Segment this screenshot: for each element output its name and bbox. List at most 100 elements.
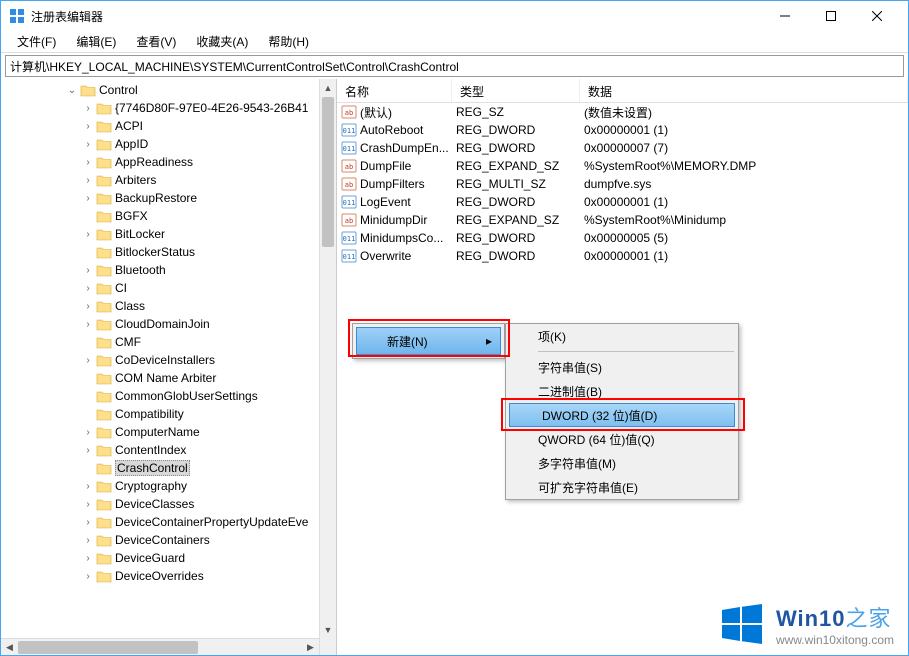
expander-closed-icon[interactable]: › [81,479,95,493]
list-row[interactable]: 011LogEventREG_DWORD0x00000001 (1) [337,193,908,211]
expander-closed-icon[interactable]: › [81,227,95,241]
scroll-up-icon[interactable]: ▲ [320,79,336,96]
tree[interactable]: ⌄Control›{7746D80F-97E0-4E26-9543-26B41›… [1,79,336,587]
tree-item[interactable]: ›Arbiters [1,171,336,189]
tree-item[interactable]: ›CloudDomainJoin [1,315,336,333]
expander-closed-icon[interactable]: › [81,299,95,313]
tree-item[interactable]: ›DeviceContainers [1,531,336,549]
expander-closed-icon[interactable]: › [81,137,95,151]
value-data: 0x00000001 (1) [580,123,908,137]
expander-closed-icon[interactable]: › [81,353,95,367]
expander-closed-icon[interactable]: › [81,101,95,115]
tree-item[interactable]: ›BitLocker [1,225,336,243]
expander-closed-icon[interactable]: › [81,173,95,187]
tree-item[interactable]: ›ComputerName [1,423,336,441]
tree-item[interactable]: ›AppReadiness [1,153,336,171]
expander-closed-icon[interactable]: › [81,155,95,169]
tree-item[interactable]: ›Class [1,297,336,315]
tree-item[interactable]: ›{7746D80F-97E0-4E26-9543-26B41 [1,99,336,117]
tree-item[interactable]: ⌄Control [1,81,336,99]
expander-closed-icon[interactable]: › [81,263,95,277]
minimize-button[interactable] [762,1,808,31]
list-row[interactable]: ab(默认)REG_SZ(数值未设置) [337,103,908,121]
expander-closed-icon[interactable]: › [81,515,95,529]
svg-text:011: 011 [343,235,356,243]
list-row[interactable]: 011AutoRebootREG_DWORD0x00000001 (1) [337,121,908,139]
tree-item[interactable]: BGFX [1,207,336,225]
expander-closed-icon[interactable]: › [81,425,95,439]
tree-item[interactable]: ›DeviceClasses [1,495,336,513]
tree-item[interactable]: CrashControl [1,459,336,477]
tree-label: CommonGlobUserSettings [115,389,258,403]
menu-key[interactable]: 项(K) [506,324,738,348]
expander-closed-icon[interactable]: › [81,497,95,511]
expander-closed-icon[interactable]: › [81,317,95,331]
value-name: LogEvent [360,195,411,209]
list-row[interactable]: 011MinidumpsCo...REG_DWORD0x00000005 (5) [337,229,908,247]
tree-item[interactable]: ›CoDeviceInstallers [1,351,336,369]
address-bar[interactable]: 计算机\HKEY_LOCAL_MACHINE\SYSTEM\CurrentCon… [5,55,904,77]
hscroll-thumb[interactable] [18,641,198,654]
tree-label: CI [115,281,127,295]
tree-hscrollbar[interactable]: ◀ ▶ [1,638,319,655]
close-button[interactable] [854,1,900,31]
tree-item[interactable]: ›DeviceOverrides [1,567,336,585]
tree-item[interactable]: ›DeviceContainerPropertyUpdateEve [1,513,336,531]
menu-multistring[interactable]: 多字符串值(M) [506,451,738,475]
scroll-thumb[interactable] [322,97,334,247]
menu-view[interactable]: 查看(V) [126,31,186,52]
menu-binary[interactable]: 二进制值(B) [506,379,738,403]
watermark-brand: Win10之家 [776,601,894,633]
menu-edit[interactable]: 编辑(E) [66,31,126,52]
col-name[interactable]: 名称 [337,79,452,102]
tree-item[interactable]: › ContentIndex [1,441,336,459]
tree-item[interactable]: › DeviceGuard [1,549,336,567]
tree-item[interactable]: ›ACPI [1,117,336,135]
list-row[interactable]: 011OverwriteREG_DWORD0x00000001 (1) [337,247,908,265]
tree-item[interactable]: ›AppID [1,135,336,153]
list-row[interactable]: abDumpFileREG_EXPAND_SZ%SystemRoot%\MEMO… [337,157,908,175]
col-data[interactable]: 数据 [580,79,908,102]
expander-closed-icon[interactable]: › [81,119,95,133]
expander-closed-icon[interactable]: › [81,533,95,547]
scroll-right-icon[interactable]: ▶ [302,639,319,655]
list-row[interactable]: abDumpFiltersREG_MULTI_SZdumpfve.sys [337,175,908,193]
expander-closed-icon[interactable]: › [81,191,95,205]
tree-item[interactable]: ›Bluetooth [1,261,336,279]
menu-help[interactable]: 帮助(H) [258,31,319,52]
tree-label: DeviceGuard [115,551,185,565]
list-row[interactable]: 011CrashDumpEn...REG_DWORD0x00000007 (7) [337,139,908,157]
tree-item[interactable]: CMF [1,333,336,351]
maximize-button[interactable] [808,1,854,31]
expander-closed-icon[interactable]: › [81,551,95,565]
tree-item[interactable]: COM Name Arbiter [1,369,336,387]
tree-label: ContentIndex [115,443,186,457]
tree-item[interactable]: › CI [1,279,336,297]
expander-closed-icon[interactable]: › [81,443,95,457]
tree-item[interactable]: ›BackupRestore [1,189,336,207]
menu-file[interactable]: 文件(F) [7,31,66,52]
col-type[interactable]: 类型 [452,79,580,102]
list-body[interactable]: ab(默认)REG_SZ(数值未设置)011AutoRebootREG_DWOR… [337,103,908,265]
menu-favorites[interactable]: 收藏夹(A) [186,31,258,52]
scroll-left-icon[interactable]: ◀ [1,639,18,655]
tree-item[interactable]: CommonGlobUserSettings [1,387,336,405]
expander-open-icon[interactable]: ⌄ [65,83,79,97]
menu-qword[interactable]: QWORD (64 位)值(Q) [506,427,738,451]
list-row[interactable]: abMinidumpDirREG_EXPAND_SZ%SystemRoot%\M… [337,211,908,229]
value-type: REG_EXPAND_SZ [452,213,580,227]
menu-expandstring[interactable]: 可扩充字符串值(E) [506,475,738,499]
value-type: REG_SZ [452,105,580,119]
expander-closed-icon[interactable]: › [81,281,95,295]
menu-dword[interactable]: DWORD (32 位)值(D) [509,403,735,427]
menu-new[interactable]: 新建(N) ▸ [356,327,501,355]
expander-closed-icon[interactable]: › [81,569,95,583]
tree-item[interactable]: ›Cryptography [1,477,336,495]
menu-string[interactable]: 字符串值(S) [506,355,738,379]
context-menu-new: 项(K) 字符串值(S) 二进制值(B) DWORD (32 位)值(D) QW… [505,323,739,500]
value-type: REG_MULTI_SZ [452,177,580,191]
tree-item[interactable]: Compatibility [1,405,336,423]
tree-item[interactable]: BitlockerStatus [1,243,336,261]
tree-vscrollbar[interactable]: ▲ ▼ [319,79,336,655]
scroll-down-icon[interactable]: ▼ [320,621,336,638]
